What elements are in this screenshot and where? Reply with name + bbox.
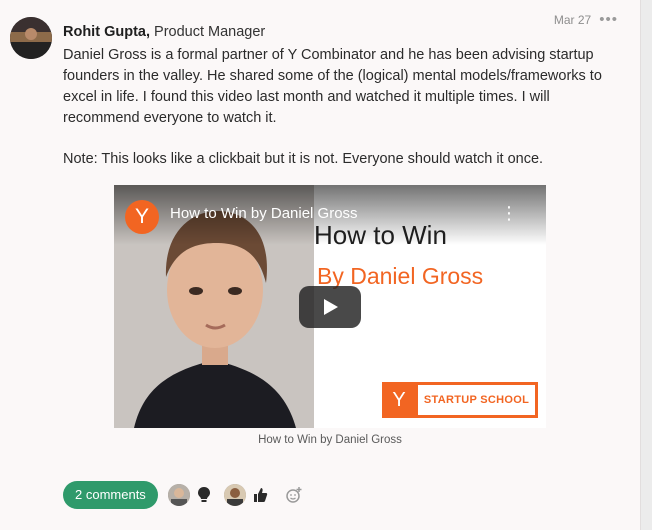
author-avatar[interactable] bbox=[10, 17, 52, 59]
add-reaction-icon[interactable] bbox=[284, 485, 304, 505]
post-header: Rohit Gupta, Product Manager bbox=[63, 24, 265, 40]
reactor-avatar bbox=[223, 484, 246, 506]
thumbs-up-icon bbox=[253, 488, 268, 502]
reaction-thumbs-up[interactable] bbox=[223, 484, 270, 506]
post-meta: Mar 27 ••• bbox=[554, 12, 618, 27]
post-card: Mar 27 ••• Rohit Gupta, Product Manager … bbox=[0, 0, 641, 530]
reactor-avatar bbox=[167, 484, 190, 506]
badge-text: STARTUP SCHOOL bbox=[423, 394, 530, 406]
lightbulb-icon bbox=[197, 487, 210, 502]
video-headline: How to Win bbox=[314, 220, 447, 250]
play-icon bbox=[324, 299, 338, 315]
video-caption: How to Win by Daniel Gross bbox=[258, 434, 402, 446]
add-reaction[interactable] bbox=[280, 485, 304, 505]
play-button[interactable] bbox=[299, 286, 361, 328]
author-role: Product Manager bbox=[154, 24, 266, 40]
more-options-icon[interactable]: ••• bbox=[599, 12, 618, 27]
badge-logo: Y bbox=[392, 389, 406, 411]
author-name[interactable]: Rohit Gupta, bbox=[63, 24, 150, 40]
post-note: Note: This looks like a clickbait but it… bbox=[63, 151, 544, 167]
video-embed[interactable]: Y How to Win by Daniel Gross ⋮ How to Wi… bbox=[114, 185, 546, 428]
post-body: Daniel Gross is a formal partner of Y Co… bbox=[63, 45, 623, 170]
comments-button[interactable]: 2 comments bbox=[63, 481, 158, 509]
post-date: Mar 27 bbox=[553, 12, 592, 27]
video-menu-icon[interactable]: ⋮ bbox=[500, 203, 518, 224]
post-footer: 2 comments bbox=[63, 481, 304, 509]
badge-text-box: STARTUP SCHOOL bbox=[418, 385, 535, 415]
post-paragraph: Daniel Gross is a formal partner of Y Co… bbox=[63, 47, 602, 126]
startup-school-badge: Y STARTUP SCHOOL bbox=[382, 382, 538, 418]
channel-logo[interactable]: Y bbox=[125, 200, 159, 234]
reaction-lightbulb[interactable] bbox=[167, 484, 214, 506]
